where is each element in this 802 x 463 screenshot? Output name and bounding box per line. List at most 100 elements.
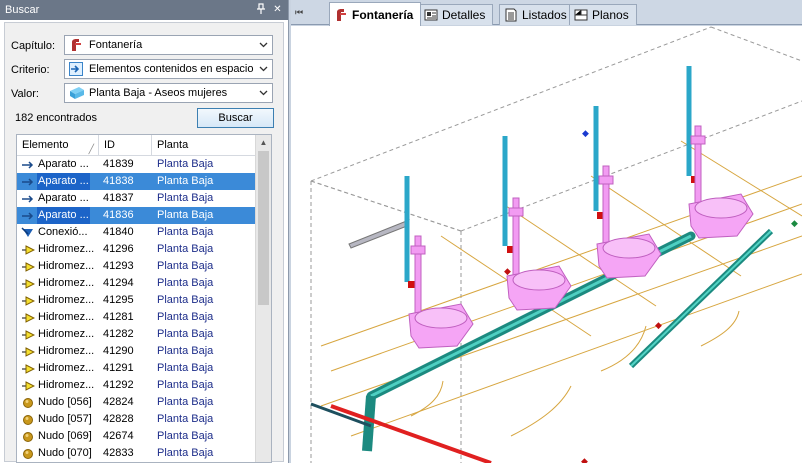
close-icon[interactable]: ✕ [271,3,284,16]
cell-floor: Planta Baja [157,447,214,459]
cell-element: Nudo [070] [17,445,99,462]
cell-floor: Planta Baja [157,226,214,238]
table-row[interactable]: Aparato ... 41839 Planta Baja [17,156,271,173]
space-icon [69,86,85,100]
cell-id: 41840 [103,226,134,238]
tab-label: Detalles [442,8,486,22]
value-label: Valor: [11,88,39,100]
3d-model-viewport[interactable]: ◆ ◆ ◆ ◆ ◆ [291,26,802,463]
column-header-id[interactable]: ID [99,135,152,156]
cell-element: Hidromez... [17,377,99,394]
table-row[interactable]: Hidromez... 41290 Planta Baja [17,343,271,360]
cell-floor: Planta Baja [157,158,214,170]
hydrometer-icon [21,380,35,392]
table-row[interactable]: Hidromez... 41291 Planta Baja [17,360,271,377]
cell-floor: Planta Baja [157,362,214,374]
cell-floor: Planta Baja [157,260,214,272]
node-icon [21,448,35,460]
hydrometer-icon [21,329,35,341]
cell-floor: Planta Baja [157,345,214,357]
plans-icon [574,8,588,22]
svg-text:◆: ◆ [581,456,588,463]
chevron-down-icon[interactable] [254,36,272,54]
results-count: 182 encontrados [15,112,97,124]
value-value: Planta Baja - Aseos mujeres [89,87,228,99]
search-button[interactable]: Buscar [197,108,274,128]
tab-nav-first-icon[interactable]: ⏮ [295,6,307,18]
cell-element: Hidromez... [17,241,99,258]
table-row[interactable]: Hidromez... 41296 Planta Baja [17,241,271,258]
criterion-select[interactable]: Elementos contenidos en espacio [64,59,273,79]
cell-floor: Planta Baja [157,311,214,323]
criterion-value: Elementos contenidos en espacio [89,63,254,75]
chevron-down-icon[interactable] [254,60,272,78]
value-select[interactable]: Planta Baja - Aseos mujeres [64,83,273,103]
cell-id: 41295 [103,294,134,306]
cell-element: Conexió... [17,224,99,241]
plumbing-icon [69,38,85,52]
table-row[interactable]: Hidromez... 41281 Planta Baja [17,309,271,326]
tab-planos[interactable]: Planos [569,4,637,25]
cell-element: Hidromez... [17,309,99,326]
hydrometer-icon [21,261,35,273]
cell-floor: Planta Baja [157,175,214,187]
plumbing-icon [334,8,348,22]
scrollbar-thumb[interactable] [258,151,269,305]
tab-listados[interactable]: Listados [499,4,575,25]
chapter-select[interactable]: Fontanería [64,35,273,55]
cell-floor: Planta Baja [157,243,214,255]
table-row[interactable]: Nudo [057] 42828 Planta Baja [17,411,271,428]
search-panel: Buscar ✕ Capítulo: Fontanería Criterio: … [0,0,289,463]
cell-floor: Planta Baja [157,209,214,221]
vertical-scrollbar[interactable]: ▲ [255,135,271,462]
arrow-icon [21,159,35,171]
cell-floor: Planta Baja [157,413,214,425]
cell-floor: Planta Baja [157,396,214,408]
panel-title-bar: Buscar ✕ [0,0,288,20]
cell-id: 41291 [103,362,134,374]
cell-id: 41839 [103,158,134,170]
cell-element: Aparato ... [17,173,99,190]
tab-label: Planos [592,8,629,22]
contained-in-space-icon [69,62,85,76]
chevron-down-icon[interactable] [254,84,272,102]
table-row[interactable]: Aparato ... 41838 Planta Baja [17,173,271,190]
table-header: Elemento ╱ ID Planta [17,135,271,156]
node-icon [21,397,35,409]
toilet-fixtures [408,125,754,349]
cell-id: 42824 [103,396,134,408]
svg-text:◆: ◆ [791,218,798,228]
column-header-element[interactable]: Elemento ╱ [17,135,99,156]
table-row[interactable]: Hidromez... 41294 Planta Baja [17,275,271,292]
cell-id: 42828 [103,413,134,425]
column-header-floor[interactable]: Planta [152,135,257,156]
list-icon [504,8,518,22]
table-row[interactable]: Hidromez... 41282 Planta Baja [17,326,271,343]
table-row[interactable]: Hidromez... 41293 Planta Baja [17,258,271,275]
table-row[interactable]: Nudo [070] 42833 Planta Baja [17,445,271,462]
details-icon [424,8,438,22]
cell-id: 41296 [103,243,134,255]
chapter-label: Capítulo: [11,40,56,52]
table-row[interactable]: Nudo [056] 42824 Planta Baja [17,394,271,411]
table-row[interactable]: Nudo [069] 42674 Planta Baja [17,428,271,445]
tab-fontaneria[interactable]: Fontanería [329,2,422,26]
svg-text:◆: ◆ [582,128,589,138]
table-row[interactable]: Conexió... 41840 Planta Baja [17,224,271,241]
table-row[interactable]: Aparato ... 41837 Planta Baja [17,190,271,207]
panel-title: Buscar [5,4,40,16]
cell-element: Aparato ... [17,156,99,173]
pin-icon[interactable] [254,3,267,16]
tab-detalles[interactable]: Detalles [419,4,494,25]
table-row[interactable]: Aparato ... 41836 Planta Baja [17,207,271,224]
chapter-value: Fontanería [89,39,143,51]
cell-element: Hidromez... [17,292,99,309]
svg-text:◆: ◆ [655,320,662,330]
model-view-area: ⏮ Fontanería Detalles Listados Planos ◆ … [291,0,802,463]
cell-id: 41282 [103,328,134,340]
table-row[interactable]: Hidromez... 41295 Planta Baja [17,292,271,309]
table-row[interactable]: Hidromez... 41292 Planta Baja [17,377,271,394]
cell-id: 41293 [103,260,134,272]
room-wireframe [310,26,802,463]
scroll-up-icon[interactable]: ▲ [256,135,271,151]
